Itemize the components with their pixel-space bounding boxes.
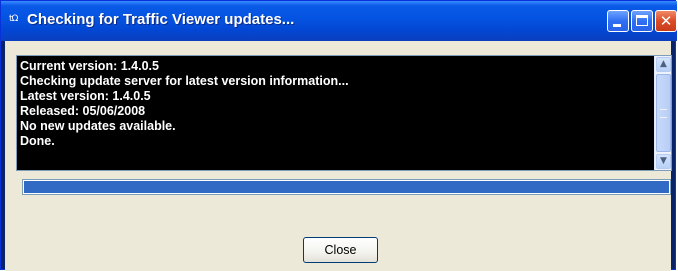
update-dialog-window: tΩ Checking for Traffic Viewer updates..… xyxy=(0,0,677,271)
scroll-up-icon: ▲ xyxy=(660,59,667,69)
log-line-no-updates: No new updates available. xyxy=(20,119,176,133)
scroll-down-button[interactable]: ▼ xyxy=(656,154,671,169)
title-bar[interactable]: tΩ Checking for Traffic Viewer updates..… xyxy=(1,1,677,41)
log-line-released: Released: 05/06/2008 xyxy=(20,104,146,118)
close-window-button[interactable]: ✕ xyxy=(655,10,677,32)
maximize-button[interactable] xyxy=(631,10,653,32)
log-line-current-version: Current version: 1.4.0.5 xyxy=(20,59,159,73)
minimize-button[interactable] xyxy=(607,10,629,32)
log-line-latest-version: Latest version: 1.4.0.5 xyxy=(20,89,151,103)
scrollbar-grip xyxy=(660,109,667,118)
close-button[interactable]: Close xyxy=(303,237,378,263)
scrollbar-thumb[interactable] xyxy=(656,74,671,152)
dialog-client-area: Current version: 1.4.0.5 Checking update… xyxy=(5,41,672,271)
app-icon: tΩ xyxy=(9,14,18,24)
minimize-icon xyxy=(613,24,621,27)
update-log-text: Current version: 1.4.0.5 Checking update… xyxy=(20,59,650,149)
log-line-done: Done. xyxy=(20,134,55,148)
update-log-console[interactable]: Current version: 1.4.0.5 Checking update… xyxy=(16,55,672,171)
console-scrollbar[interactable]: ▲ ▼ xyxy=(654,56,671,170)
window-title: Checking for Traffic Viewer updates... xyxy=(27,11,295,28)
scroll-down-icon: ▼ xyxy=(660,156,667,166)
maximize-icon xyxy=(636,15,648,26)
progress-fill xyxy=(24,181,669,193)
close-icon: ✕ xyxy=(659,12,673,30)
log-line-checking: Checking update server for latest versio… xyxy=(20,74,349,88)
update-progress-bar xyxy=(22,179,671,195)
scroll-up-button[interactable]: ▲ xyxy=(656,57,671,72)
